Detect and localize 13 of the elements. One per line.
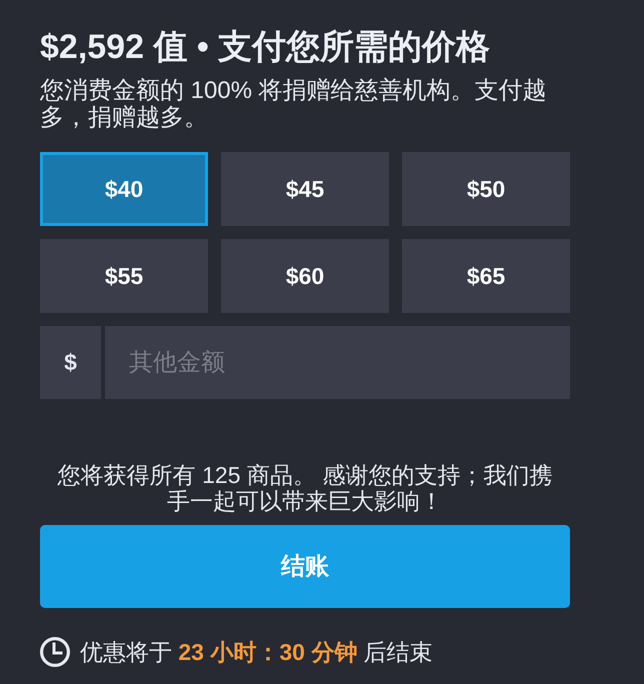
subtitle: 您消费金额的 100% 将捐赠给慈善机构。支付越多，捐赠越多。	[40, 77, 548, 131]
amount-button[interactable]: $60	[221, 239, 389, 313]
amount-button[interactable]: $55	[40, 239, 208, 313]
offer-countdown-text: 优惠将于 23 小时：30 分钟 后结束	[80, 638, 433, 667]
page-title: $2,592 值 • 支付您所需的价格	[40, 27, 492, 67]
clock-icon	[40, 637, 70, 667]
summary-text: 您将获得所有 125 商品。 感谢您的支持；我们携手一起可以带来巨大影响！	[56, 462, 554, 514]
currency-label: $	[40, 326, 101, 399]
amount-button[interactable]: $50	[402, 152, 570, 226]
amount-button[interactable]: $45	[221, 152, 389, 226]
amount-button[interactable]: $40	[40, 152, 208, 226]
other-amount-field[interactable]: 其他金额	[105, 326, 570, 399]
amount-button[interactable]: $65	[402, 239, 570, 313]
